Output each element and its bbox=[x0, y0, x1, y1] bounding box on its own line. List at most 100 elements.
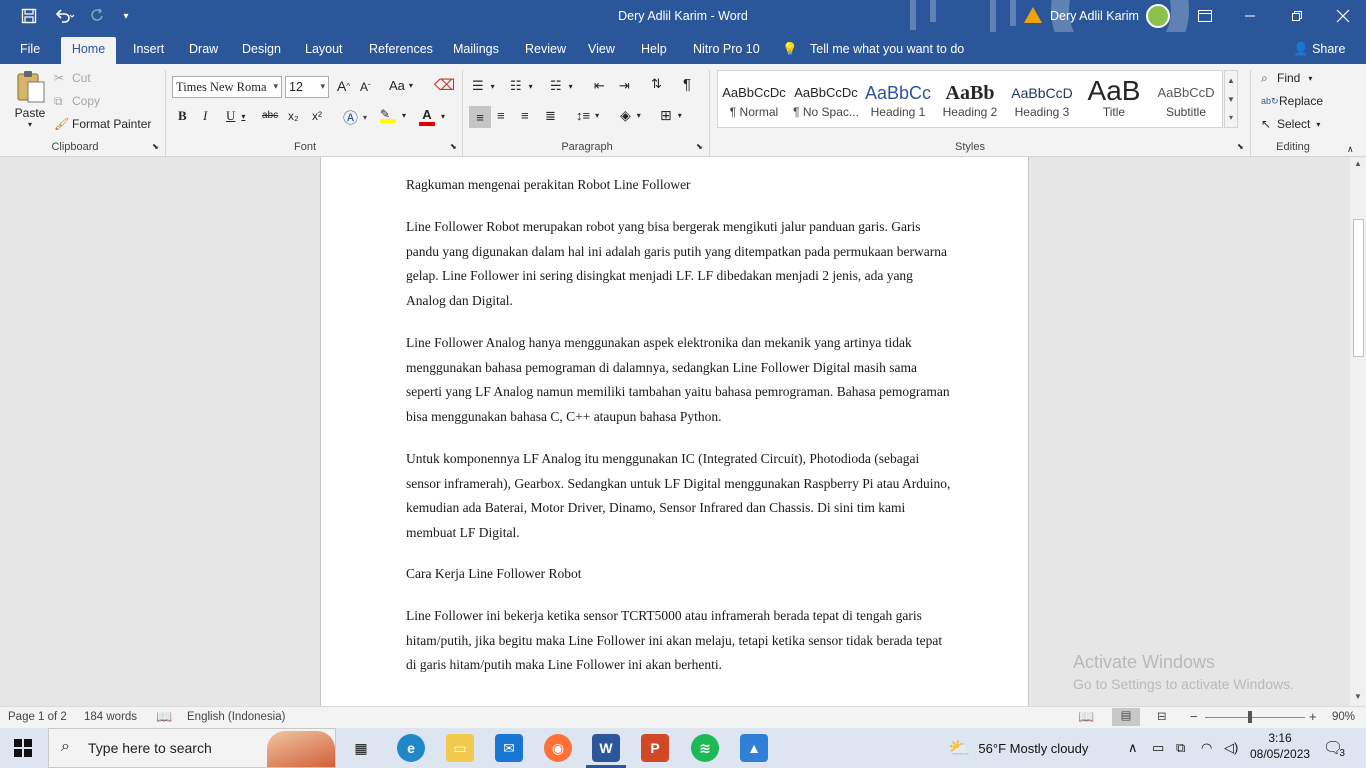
save-icon[interactable] bbox=[14, 0, 44, 32]
font-family-select[interactable]: Times New Roma ▾ bbox=[172, 76, 282, 98]
tab-insert[interactable]: Insert bbox=[125, 37, 172, 64]
tab-review[interactable]: Review bbox=[517, 37, 574, 64]
change-case-button[interactable]: Aa ▾ bbox=[389, 78, 413, 93]
styles-scroll[interactable]: ▲ ▼ ▾ bbox=[1224, 70, 1238, 128]
powerpoint-icon[interactable]: P bbox=[641, 734, 669, 762]
tab-draw[interactable]: Draw bbox=[181, 37, 226, 64]
borders-icon[interactable]: ⊞ ▾ bbox=[660, 107, 682, 124]
word-count[interactable]: 184 words bbox=[84, 711, 137, 723]
tab-layout[interactable]: Layout bbox=[297, 37, 351, 64]
tab-nitro-pro[interactable]: Nitro Pro 10 bbox=[685, 37, 768, 64]
zoom-slider-thumb[interactable] bbox=[1248, 711, 1252, 723]
cut-button[interactable]: ✂ Cut bbox=[54, 70, 91, 86]
paste-button[interactable]: Paste ▾ bbox=[10, 70, 50, 140]
page-count[interactable]: Page 1 of 2 bbox=[8, 711, 67, 723]
multilevel-list-icon[interactable]: ☵ ▾ bbox=[550, 78, 573, 94]
format-painter-button[interactable]: 🖌 Format Painter bbox=[54, 116, 151, 132]
sort-icon[interactable]: ⇅ bbox=[651, 76, 662, 92]
chevron-up-icon[interactable]: ▲ bbox=[1225, 71, 1237, 90]
redo-icon[interactable] bbox=[86, 0, 110, 32]
justify-icon[interactable]: ≣ bbox=[545, 108, 556, 124]
warning-icon[interactable] bbox=[1024, 7, 1042, 23]
show-formatting-button[interactable]: ¶ bbox=[683, 76, 691, 93]
style-no-spacing[interactable]: AaBbCcDc ¶ No Spac... bbox=[790, 71, 862, 127]
underline-button[interactable]: U ▾ bbox=[226, 108, 245, 124]
restore-icon[interactable] bbox=[1280, 0, 1314, 32]
zoom-out-icon[interactable]: − bbox=[1190, 709, 1198, 724]
wifi-icon[interactable]: ◠ bbox=[1201, 728, 1212, 768]
bullets-icon[interactable]: ☰ ▾ bbox=[472, 78, 495, 94]
more-styles-icon[interactable]: ▾ bbox=[1225, 109, 1237, 127]
paragraph[interactable]: Line Follower Analog hanya menggunakan a… bbox=[406, 331, 951, 429]
show-hidden-icons[interactable]: ∧ bbox=[1128, 728, 1138, 768]
mail-icon[interactable]: ✉ bbox=[495, 734, 523, 762]
paragraph[interactable]: Line Follower Robot merupakan robot yang… bbox=[406, 215, 951, 313]
zoom-in-icon[interactable]: + bbox=[1309, 709, 1317, 724]
chevron-down-icon[interactable]: ▼ bbox=[1225, 90, 1237, 109]
word-icon[interactable]: W bbox=[592, 734, 620, 762]
read-mode-icon[interactable]: 📖 bbox=[1078, 709, 1094, 725]
photos-icon[interactable]: ▲ bbox=[740, 734, 768, 762]
subscript-button[interactable]: x₂ bbox=[288, 109, 299, 123]
style-heading-3[interactable]: AaBbCcD Heading 3 bbox=[1006, 71, 1078, 127]
tell-me-search[interactable]: 💡 Tell me what you want to do bbox=[782, 37, 964, 61]
share-button[interactable]: 👤 Share bbox=[1293, 37, 1345, 61]
highlight-color-icon[interactable]: ✎ ▾ bbox=[380, 107, 406, 123]
collapse-ribbon-icon[interactable]: ∧ bbox=[1347, 144, 1354, 155]
numbering-icon[interactable]: ☷ ▾ bbox=[510, 78, 533, 94]
shading-icon[interactable]: ◈ ▾ bbox=[620, 107, 641, 124]
close-icon[interactable] bbox=[1326, 0, 1360, 32]
align-left-icon[interactable]: ≡ bbox=[469, 106, 491, 128]
paragraph-launcher-icon[interactable]: ⬊ bbox=[696, 142, 703, 151]
clock[interactable]: 3:16 08/05/2023 bbox=[1250, 731, 1310, 761]
undo-icon[interactable] bbox=[48, 0, 82, 32]
font-size-select[interactable]: 12 ▾ bbox=[285, 76, 329, 98]
task-view-icon[interactable]: ▦ bbox=[347, 734, 375, 762]
select-button[interactable]: ↖ Select ▾ bbox=[1261, 116, 1320, 132]
tab-design[interactable]: Design bbox=[234, 37, 289, 64]
italic-button[interactable]: I bbox=[203, 108, 207, 124]
style-subtitle[interactable]: AaBbCcD Subtitle bbox=[1150, 71, 1222, 127]
tab-home[interactable]: Home bbox=[61, 37, 116, 64]
notifications-button[interactable]: 🗨 3 bbox=[1323, 728, 1345, 768]
style-normal[interactable]: AaBbCcDc ¶ Normal bbox=[718, 71, 790, 127]
language[interactable]: English (Indonesia) bbox=[187, 711, 285, 723]
style-heading-2[interactable]: AaBb Heading 2 bbox=[934, 71, 1006, 127]
style-title[interactable]: AaB Title bbox=[1078, 71, 1150, 127]
align-center-icon[interactable]: ≡ bbox=[497, 108, 505, 123]
edge-icon[interactable]: e bbox=[397, 734, 425, 762]
print-layout-icon[interactable]: ▤ bbox=[1112, 708, 1140, 726]
firefox-icon[interactable]: ◉ bbox=[544, 734, 572, 762]
style-heading-1[interactable]: AaBbCc Heading 1 bbox=[862, 71, 934, 127]
tab-view[interactable]: View bbox=[580, 37, 623, 64]
replace-button[interactable]: ab↻ Replace bbox=[1261, 93, 1323, 109]
superscript-button[interactable]: x² bbox=[312, 109, 322, 123]
scrollbar-thumb[interactable] bbox=[1353, 219, 1364, 357]
spotify-icon[interactable]: ≋ bbox=[691, 734, 719, 762]
volume-icon[interactable]: ◁) bbox=[1224, 728, 1238, 768]
windows-start-icon[interactable] bbox=[14, 739, 32, 760]
font-launcher-icon[interactable]: ⬊ bbox=[450, 142, 457, 151]
account-name[interactable]: Dery Adlil Karim bbox=[1050, 0, 1139, 32]
scroll-up-icon[interactable]: ▲ bbox=[1354, 159, 1362, 168]
font-color-icon[interactable]: A ▾ bbox=[419, 107, 445, 126]
document-title[interactable]: Ragkuman mengenai perakitan Robot Line F… bbox=[406, 173, 951, 198]
tab-references[interactable]: References bbox=[361, 37, 441, 64]
strikethrough-button[interactable]: abc bbox=[262, 110, 278, 121]
section-heading[interactable]: Cara Kerja Line Follower Robot bbox=[406, 562, 951, 587]
copy-button[interactable]: ⧉ Copy bbox=[54, 93, 100, 109]
vpn-icon[interactable]: ⧉ bbox=[1176, 728, 1185, 768]
taskbar-search[interactable]: ⌕ Type here to search bbox=[48, 728, 336, 768]
line-spacing-icon[interactable]: ↕≡ ▾ bbox=[576, 108, 599, 123]
styles-launcher-icon[interactable]: ⬊ bbox=[1237, 142, 1244, 151]
paragraph[interactable]: Line Follower ini bekerja ketika sensor … bbox=[406, 604, 951, 678]
ribbon-display-options-icon[interactable] bbox=[1190, 0, 1220, 32]
bold-button[interactable]: B bbox=[178, 108, 187, 124]
clipboard-launcher-icon[interactable]: ⬊ bbox=[152, 142, 159, 151]
scroll-down-icon[interactable]: ▼ bbox=[1354, 692, 1362, 701]
document-page[interactable]: Ragkuman mengenai perakitan Robot Line F… bbox=[320, 157, 1029, 706]
clear-formatting-icon[interactable]: ⌫ bbox=[434, 76, 455, 94]
battery-icon[interactable]: ▭ bbox=[1152, 728, 1164, 768]
decrease-indent-icon[interactable]: ⇤ bbox=[594, 78, 605, 94]
file-explorer-icon[interactable]: ▭ bbox=[446, 734, 474, 762]
